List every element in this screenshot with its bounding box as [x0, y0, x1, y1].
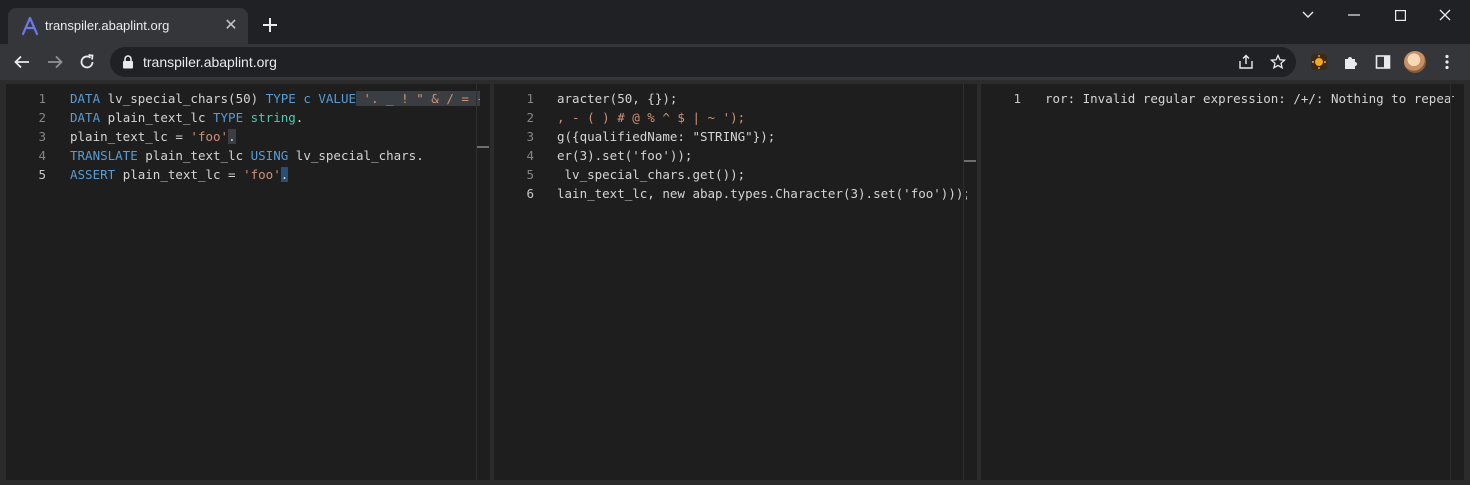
line-numbers: 1 — [981, 84, 1033, 480]
code-line: , - ( ) # @ % ^ $ | ~ '); — [557, 110, 746, 125]
editor-scrollbar[interactable] — [1450, 84, 1464, 480]
extension-sun-icon[interactable] — [1308, 51, 1330, 73]
line-numbers: 1 2 3 4 5 — [6, 84, 58, 480]
line-number: 1 — [526, 91, 534, 106]
code-line: TRANSLATE plain_text_lc USING lv_special… — [70, 148, 424, 163]
error-output-line: ror: Invalid regular expression: /+/: No… — [1045, 91, 1454, 106]
tab-title: transpiler.abaplint.org — [45, 18, 170, 33]
extensions-puzzle-icon[interactable] — [1340, 51, 1362, 73]
code-area[interactable]: aracter(50, {}); , - ( ) # @ % ^ $ | ~ '… — [557, 84, 967, 480]
tab-close-icon[interactable]: ✕ — [222, 17, 240, 35]
back-icon[interactable] — [9, 49, 35, 75]
line-number: 1 — [1013, 91, 1021, 106]
share-icon[interactable] — [1236, 52, 1256, 72]
line-number: 6 — [526, 186, 534, 201]
code-line: aracter(50, {}); — [557, 91, 678, 106]
abap-source-editor[interactable]: 1 2 3 4 5 DATA lv_special_chars(50) TYPE… — [6, 84, 490, 480]
code-line: lain_text_lc, new abap.types.Character(3… — [557, 186, 967, 201]
reload-icon[interactable] — [74, 49, 100, 75]
code-line: er(3).set('foo')); — [557, 148, 693, 163]
code-line: lv_special_chars.get()); — [557, 167, 746, 182]
code-area[interactable]: ror: Invalid regular expression: /+/: No… — [1045, 84, 1454, 480]
window-close-icon[interactable] — [1422, 0, 1468, 30]
code-line: DATA plain_text_lc TYPE string. — [70, 110, 304, 125]
line-number: 3 — [526, 129, 534, 144]
browser-tab[interactable]: transpiler.abaplint.org ✕ — [8, 8, 248, 44]
editor-scrollbar[interactable] — [963, 84, 977, 480]
line-number: 5 — [526, 167, 534, 182]
url-text[interactable]: transpiler.abaplint.org — [143, 54, 277, 70]
side-panel-icon[interactable] — [1372, 51, 1394, 73]
code-line: g({qualifiedName: "STRING"}); — [557, 129, 776, 144]
tab-search-chevron-down-icon[interactable] — [1285, 0, 1331, 30]
tab-strip: transpiler.abaplint.org ✕ — [0, 0, 1470, 44]
more-menu-icon[interactable] — [1436, 51, 1458, 73]
code-line: DATA lv_special_chars(50) TYPE c VALUE '… — [70, 89, 480, 108]
line-number: 4 — [526, 148, 534, 163]
profile-avatar[interactable] — [1404, 51, 1426, 73]
code-area[interactable]: DATA lv_special_chars(50) TYPE c VALUE '… — [70, 84, 480, 480]
line-number: 1 — [38, 91, 46, 106]
line-number: 2 — [526, 110, 534, 125]
line-number: 4 — [38, 148, 46, 163]
lock-icon[interactable] — [122, 55, 134, 69]
code-line: plain_text_lc = 'foo'. — [70, 129, 236, 144]
code-line: ASSERT plain_text_lc = 'foo'. — [70, 167, 289, 182]
line-number: 3 — [38, 129, 46, 144]
maximize-icon[interactable] — [1377, 0, 1423, 30]
minimize-icon[interactable] — [1331, 0, 1377, 30]
editor-scrollbar[interactable] — [476, 84, 490, 480]
run-output-editor[interactable]: 1 ror: Invalid regular expression: /+/: … — [981, 84, 1464, 480]
bookmark-star-icon[interactable] — [1268, 52, 1288, 72]
javascript-output-editor[interactable]: 1 2 3 4 5 6 aracter(50, {}); , - ( ) # @… — [494, 84, 977, 480]
new-tab-icon[interactable] — [258, 13, 282, 37]
line-numbers: 1 2 3 4 5 6 — [494, 84, 546, 480]
address-bar[interactable]: transpiler.abaplint.org — [110, 47, 1296, 77]
scrollbar-marker — [964, 160, 976, 162]
line-number: 2 — [38, 110, 46, 125]
editor-workspace: 1 2 3 4 5 DATA lv_special_chars(50) TYPE… — [0, 80, 1470, 485]
browser-toolbar: transpiler.abaplint.org — [0, 44, 1470, 80]
forward-icon[interactable] — [42, 49, 68, 75]
abaplint-favicon-icon — [21, 16, 39, 36]
line-number: 5 — [38, 167, 46, 182]
scrollbar-marker — [477, 146, 489, 148]
